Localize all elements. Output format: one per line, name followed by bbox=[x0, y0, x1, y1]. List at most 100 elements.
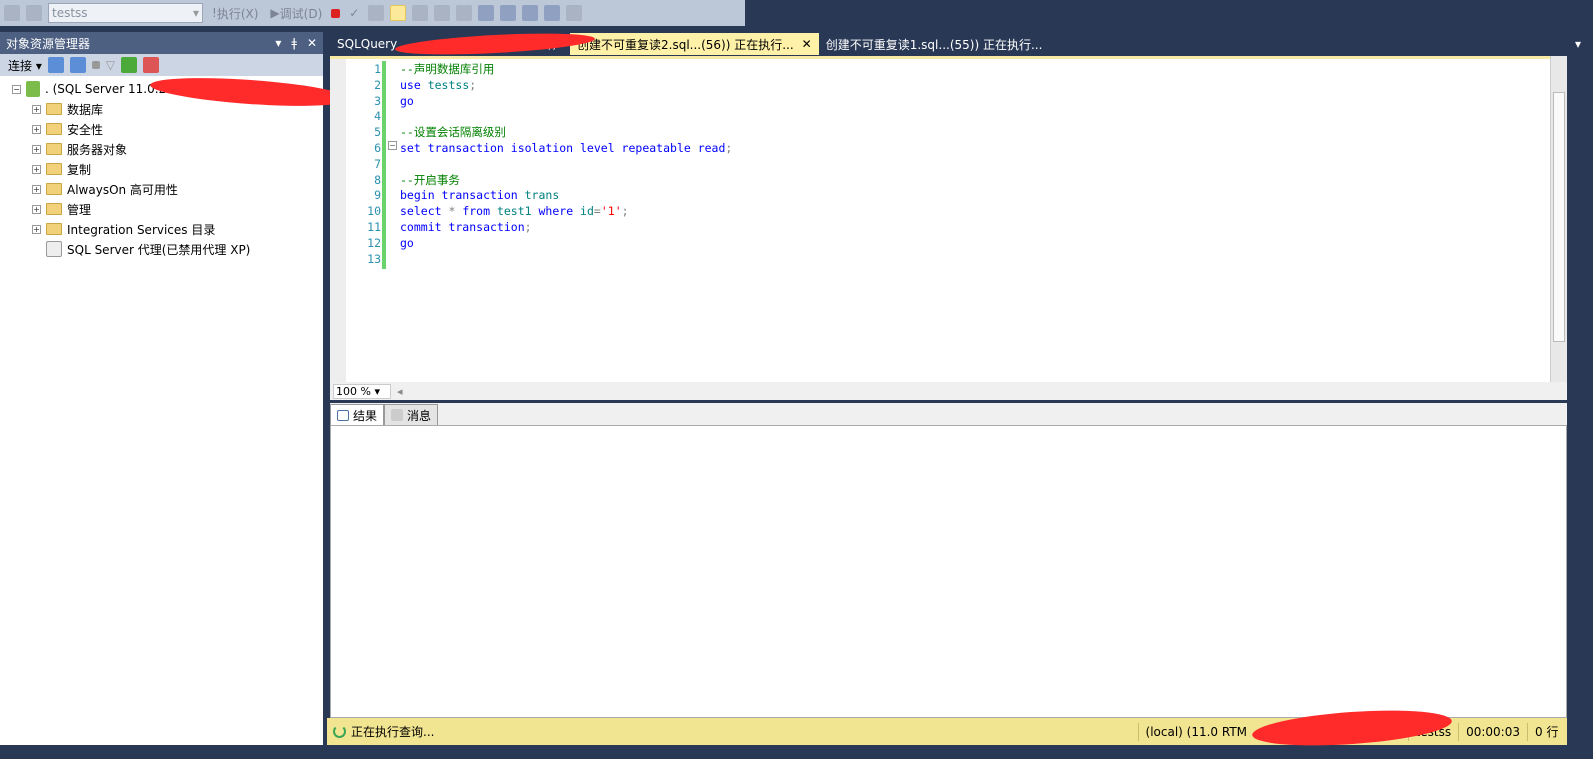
zoom-select[interactable]: 100 % ▾ bbox=[333, 383, 391, 399]
object-explorer-toolbar: 连接 ▾ ▽ bbox=[0, 54, 323, 76]
execute-button[interactable]: ! 执行(X) bbox=[209, 3, 261, 23]
tree-node-label: 复制 bbox=[67, 162, 92, 177]
tree-node-label: Integration Services 目录 bbox=[67, 222, 216, 237]
connect-button[interactable]: 连接 ▾ bbox=[8, 57, 42, 74]
grid-icon bbox=[337, 409, 349, 421]
comment-icon[interactable] bbox=[478, 5, 495, 21]
status-message: 正在执行查询... bbox=[351, 725, 435, 739]
code-token: commit transaction bbox=[400, 220, 525, 234]
code-token: go bbox=[400, 235, 414, 250]
tree-node[interactable]: + 服务器对象 bbox=[32, 139, 323, 159]
expand-icon[interactable]: + bbox=[32, 164, 41, 174]
refresh-icon[interactable] bbox=[121, 57, 138, 73]
results-to-text-icon[interactable] bbox=[434, 5, 451, 21]
collapse-icon[interactable]: − bbox=[12, 84, 21, 94]
tab-messages[interactable]: 消息 bbox=[384, 404, 439, 425]
agent-label: SQL Server 代理(已禁用代理 XP) bbox=[67, 242, 251, 257]
debug-label: 调试(D) bbox=[279, 6, 323, 21]
activity-monitor-icon[interactable] bbox=[143, 57, 160, 73]
tree-node[interactable]: + 安全性 bbox=[32, 119, 323, 139]
stop-icon[interactable] bbox=[91, 61, 100, 69]
code-token: * bbox=[448, 204, 463, 219]
parse-icon[interactable]: ✓ bbox=[346, 3, 362, 23]
tab-label: 创建不可重复读2.sql...(56)) 正在执行... bbox=[577, 37, 794, 52]
database-select[interactable]: testss bbox=[48, 3, 203, 23]
close-icon[interactable]: ✕ bbox=[307, 36, 317, 50]
results-pane[interactable] bbox=[330, 425, 1567, 718]
query-icon[interactable] bbox=[4, 5, 20, 21]
folder-icon bbox=[46, 103, 62, 115]
tab-label: 创建不可重复读1.sql...(55)) 正在执行... bbox=[825, 37, 1043, 52]
line-number: 9 bbox=[374, 188, 381, 203]
code-line: set transaction isolation level repeatab… bbox=[400, 140, 732, 156]
tree-node[interactable]: + AlwaysOn 高可用性 bbox=[32, 179, 323, 199]
tree-node[interactable]: + 复制 bbox=[32, 159, 323, 179]
expand-icon[interactable]: + bbox=[32, 204, 41, 214]
indent-icon[interactable] bbox=[544, 5, 561, 21]
code-editor[interactable]: 1 --声明数据库引用 2 use testss; 3 go 4 5 --设置会话隔离级别 6 se… bbox=[330, 56, 1567, 382]
line-number: 2 bbox=[374, 77, 381, 92]
outdent-icon[interactable] bbox=[522, 5, 539, 21]
results-to-grid-icon[interactable] bbox=[390, 5, 407, 21]
expand-icon[interactable]: + bbox=[32, 104, 41, 114]
expand-icon[interactable]: + bbox=[32, 224, 41, 234]
specify-values-icon[interactable] bbox=[566, 5, 583, 21]
line-number: 6 bbox=[374, 141, 381, 155]
tab-repeatable-read-1[interactable]: 创建不可重复读1.sql...(55)) 正在执行... bbox=[819, 33, 1050, 55]
query-options-icon[interactable] bbox=[26, 5, 42, 21]
code-token: begin transaction bbox=[400, 188, 525, 203]
line-number: 3 bbox=[374, 93, 381, 108]
folder-icon bbox=[46, 163, 62, 175]
uncomment-icon[interactable] bbox=[500, 5, 517, 21]
pin-icon[interactable]: ǂ bbox=[291, 36, 297, 50]
sql-agent-node[interactable]: SQL Server 代理(已禁用代理 XP) bbox=[12, 239, 323, 259]
tree-node-label: 安全性 bbox=[67, 122, 104, 137]
tree-node[interactable]: + Integration Services 目录 bbox=[32, 219, 323, 239]
line-number: 10 bbox=[367, 204, 381, 219]
code-token: where bbox=[538, 204, 581, 219]
filter-icon[interactable]: ▽ bbox=[106, 58, 115, 72]
folder-icon bbox=[46, 123, 62, 135]
display-plan-icon[interactable] bbox=[368, 5, 385, 21]
expand-icon[interactable]: + bbox=[32, 184, 41, 194]
disconnect-icon[interactable] bbox=[69, 57, 86, 73]
code-token: select bbox=[400, 204, 449, 219]
agent-icon bbox=[46, 241, 62, 257]
expand-icon[interactable]: + bbox=[32, 144, 41, 154]
results-to-file-icon[interactable] bbox=[456, 5, 473, 21]
tab-repeatable-read-2[interactable]: 创建不可重复读2.sql...(56)) 正在执行... ✕ bbox=[570, 33, 819, 55]
connect-label: 连接 bbox=[8, 58, 33, 73]
execute-label: 执行(X) bbox=[216, 6, 259, 21]
code-token: --声明数据库引用 bbox=[400, 62, 495, 76]
tab-list-icon[interactable]: ▾ bbox=[1575, 37, 1581, 51]
object-explorer-header: 对象资源管理器 ▾ ǂ ✕ bbox=[0, 32, 323, 54]
folder-icon bbox=[46, 183, 62, 195]
debug-button[interactable]: ▶ 调试(D) bbox=[267, 3, 325, 23]
expand-icon[interactable]: + bbox=[32, 124, 41, 134]
change-tracking-bar bbox=[382, 61, 386, 269]
tree-node-label: AlwaysOn 高可用性 bbox=[67, 182, 178, 197]
line-number: 1 bbox=[374, 62, 381, 76]
code-line: --设置会话隔离级别 bbox=[400, 124, 506, 140]
close-tab-icon[interactable]: ✕ bbox=[802, 37, 812, 51]
scroll-left-icon[interactable]: ◂ bbox=[397, 385, 403, 398]
code-token: ; bbox=[469, 77, 477, 92]
code-token: '1' bbox=[600, 204, 622, 219]
status-elapsed: 00:00:03 bbox=[1458, 722, 1527, 741]
code-token: ; bbox=[524, 220, 532, 234]
code-line: --声明数据库引用 bbox=[400, 61, 494, 77]
code-token: id bbox=[580, 204, 594, 219]
tree-node[interactable]: + 管理 bbox=[32, 199, 323, 219]
code-token: use bbox=[400, 77, 428, 92]
status-rows: 0 行 bbox=[1527, 722, 1567, 741]
connect-icon[interactable] bbox=[47, 57, 64, 73]
collapse-region-icon[interactable]: − bbox=[388, 141, 397, 150]
tab-results[interactable]: 结果 bbox=[330, 404, 385, 425]
code-token: set transaction isolation level repeatab… bbox=[400, 141, 726, 155]
messages-icon bbox=[391, 409, 404, 421]
stop-icon[interactable] bbox=[331, 8, 341, 18]
document-tabs: SQLQuery))* 创建不可重复读2.sql...(56)) 正在执行...… bbox=[330, 29, 1593, 59]
dropdown-icon[interactable]: ▾ bbox=[275, 36, 281, 50]
include-plan-icon[interactable] bbox=[412, 5, 429, 21]
editor-vertical-scrollbar[interactable] bbox=[1550, 56, 1567, 382]
